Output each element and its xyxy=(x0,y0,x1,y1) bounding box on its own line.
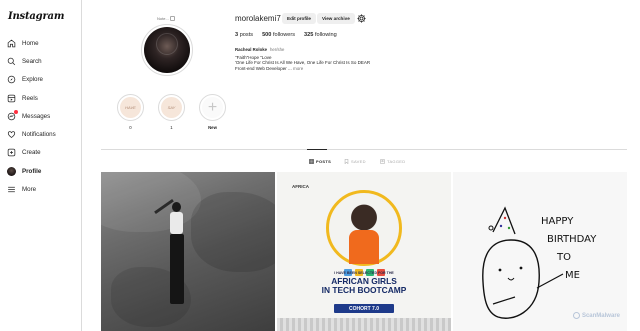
highlight-item[interactable]: HAVE 0 xyxy=(117,94,144,130)
tab-tagged[interactable]: TAGGED xyxy=(380,159,405,164)
grid-icon xyxy=(309,159,314,164)
following-stat[interactable]: 325 following xyxy=(304,32,337,38)
shield-icon xyxy=(572,312,580,319)
sidebar-item-label: Search xyxy=(22,57,42,65)
reels-icon xyxy=(7,94,16,103)
posts-stat: 3 posts xyxy=(235,32,254,38)
post-thumbnail[interactable]: AFRICA I HAVE BEEN SELECTED FOR THE AFRI… xyxy=(277,172,451,331)
sidebar-item-label: More xyxy=(22,185,37,193)
sidebar-item-reels[interactable]: Reels xyxy=(7,91,38,105)
profile-full-name: Racheal Roloke her/she xyxy=(235,47,285,52)
profile-bio: "Faith"Hope "Love 'One Life For Christ I… xyxy=(235,55,371,71)
create-icon xyxy=(7,148,16,157)
sidebar-item-label: Explore xyxy=(22,75,43,83)
tabs-divider xyxy=(101,149,627,150)
highlight-label: 0 xyxy=(129,125,132,130)
sidebar-item-explore[interactable]: Explore xyxy=(7,72,43,86)
watermark: ScanMalware xyxy=(572,312,620,319)
sidebar-item-label: Messages xyxy=(22,112,51,120)
instagram-logo[interactable]: Instagram xyxy=(8,11,64,22)
person-figure xyxy=(154,198,187,312)
sidebar: Instagram Home Search Explore Reels Mess… xyxy=(0,0,82,331)
post-thumbnail[interactable] xyxy=(101,172,275,331)
highlight-label: 1 xyxy=(170,125,173,130)
unread-badge xyxy=(14,109,18,114)
note-text: Note... xyxy=(157,16,169,21)
highlight-label: New xyxy=(208,125,217,130)
heart-icon xyxy=(7,130,16,139)
sidebar-item-search[interactable]: Search xyxy=(7,54,42,68)
gear-icon[interactable] xyxy=(357,14,366,23)
note-bubble[interactable]: Note... xyxy=(155,15,177,22)
sidebar-item-home[interactable]: Home xyxy=(7,36,39,50)
sidebar-item-label: Profile xyxy=(22,167,42,175)
home-icon xyxy=(7,39,16,48)
sidebar-item-profile[interactable]: Profile xyxy=(7,164,41,178)
menu-icon xyxy=(7,185,16,194)
highlight-thumbnail: HAVE xyxy=(120,97,141,118)
post-thumbnail[interactable]: HAPPY BIRTHDAY TO ME ScanMalware xyxy=(453,172,627,331)
note-icon xyxy=(169,16,175,21)
sidebar-item-notifications[interactable]: Notifications xyxy=(7,127,56,141)
bio-more-link[interactable]: more xyxy=(293,66,303,71)
tag-icon xyxy=(380,159,385,164)
birthday-drawing xyxy=(482,206,564,319)
cohort-badge: COHORT 7.0 xyxy=(334,304,394,313)
followers-stat[interactable]: 500 followers xyxy=(262,32,295,38)
profile-pronouns: her/she xyxy=(270,47,285,52)
sidebar-item-more[interactable]: More xyxy=(7,182,36,196)
sidebar-item-create[interactable]: Create xyxy=(7,145,41,159)
sidebar-item-messages[interactable]: Messages xyxy=(7,109,50,123)
sidebar-item-label: Create xyxy=(22,148,41,156)
plus-icon: + xyxy=(202,97,223,118)
explore-icon xyxy=(7,75,16,84)
profile-stats: 3 posts 500 followers 325 following xyxy=(235,32,337,38)
tab-posts[interactable]: POSTS xyxy=(309,159,331,164)
sidebar-item-label: Home xyxy=(22,39,39,47)
highlight-item[interactable]: SAY 1 xyxy=(158,94,185,130)
view-archive-button[interactable]: View archive xyxy=(317,13,355,24)
tab-saved[interactable]: SAVED xyxy=(344,159,366,164)
sidebar-item-label: Reels xyxy=(22,94,38,102)
avatar xyxy=(144,27,190,73)
bootcamp-logo: AFRICA xyxy=(292,184,309,189)
sidebar-item-label: Notifications xyxy=(22,130,56,138)
new-highlight-button[interactable]: + New xyxy=(199,94,226,130)
profile-avatar xyxy=(7,166,16,176)
edit-profile-button[interactable]: Edit profile xyxy=(282,13,316,24)
messages-icon xyxy=(7,109,18,121)
search-icon xyxy=(7,57,16,66)
active-tab-indicator xyxy=(307,149,327,150)
profile-username: morolakemi7 xyxy=(235,14,281,23)
profile-avatar-large[interactable] xyxy=(141,24,193,76)
highlight-thumbnail: SAY xyxy=(161,97,182,118)
bookmark-icon xyxy=(344,159,349,164)
